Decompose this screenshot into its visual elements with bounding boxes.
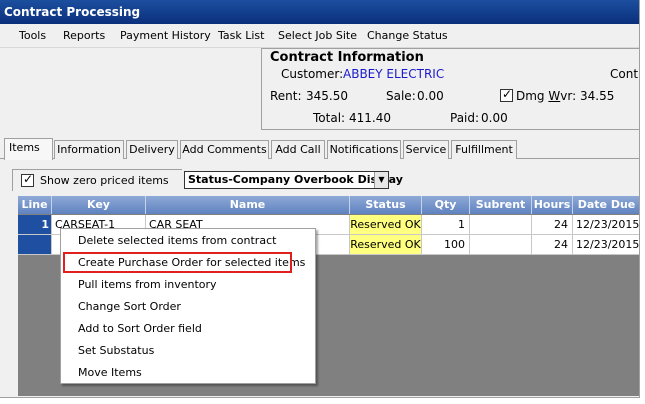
column-header-status[interactable]: Status (350, 196, 422, 214)
cell-line (18, 235, 52, 255)
tab-strip: Items Information Delivery Add Comments … (0, 138, 639, 160)
paid-value: 0.00 (481, 111, 508, 125)
dropdown-arrow-icon[interactable]: ▼ (374, 172, 388, 188)
contract-label-truncated: Contr (610, 67, 640, 81)
tab-add-call[interactable]: Add Call (271, 140, 325, 159)
customer-name-link[interactable]: ABBEY ELECTRIC (343, 67, 444, 81)
cell-status: Reserved OK (350, 215, 422, 235)
context-item-delete-selected[interactable]: Delete selected items from contract (61, 230, 315, 252)
cell-date-due: 12/23/2015 (573, 235, 639, 255)
tab-information[interactable]: Information (54, 140, 124, 159)
tab-delivery[interactable]: Delivery (126, 140, 178, 159)
menu-change-status[interactable]: Change Status (367, 24, 448, 48)
sale-label: Sale: (386, 89, 416, 103)
damage-waiver-value: 34.55 (580, 89, 615, 103)
show-zero-priced-group: ✓ Show zero priced items (12, 169, 182, 191)
cell-line: 1 (18, 215, 52, 235)
context-item-pull-from-inventory[interactable]: Pull items from inventory (61, 274, 315, 296)
display-mode-value: Status-Company Overbook Display (188, 173, 403, 186)
cell-subrent (470, 235, 532, 255)
menu-payment-history[interactable]: Payment History (120, 24, 211, 48)
cell-hours: 24 (532, 215, 573, 235)
context-item-set-substatus[interactable]: Set Substatus (61, 340, 315, 362)
contract-processing-window: Contract Processing Tools Reports Paymen… (0, 0, 640, 398)
damage-waiver-checkbox[interactable]: ✓ (500, 87, 513, 102)
menu-tools[interactable]: Tools (19, 24, 46, 48)
rent-value: 345.50 (306, 89, 348, 103)
annotation-highlight-box (63, 252, 292, 273)
column-header-key[interactable]: Key (52, 196, 146, 214)
menu-select-job-site[interactable]: Select Job Site (278, 24, 357, 48)
cell-hours: 24 (532, 235, 573, 255)
tab-items[interactable]: Items (4, 138, 53, 160)
cell-qty: 1 (422, 215, 470, 235)
context-item-move-items[interactable]: Move Items (61, 362, 315, 384)
column-header-hours[interactable]: Hours (532, 196, 573, 214)
cell-subrent (470, 215, 532, 235)
tab-notifications[interactable]: Notifications (327, 140, 401, 159)
menu-bar: Tools Reports Payment History Task List … (0, 24, 639, 48)
tab-fulfillment[interactable]: Fulfillment (451, 140, 517, 159)
rent-label: Rent: (270, 89, 302, 103)
context-item-change-sort-order[interactable]: Change Sort Order (61, 296, 315, 318)
menu-task-list[interactable]: Task List (218, 24, 264, 48)
items-toolbar: ✓ Show zero priced items Status-Company … (12, 169, 636, 191)
column-header-qty[interactable]: Qty (422, 196, 470, 214)
column-header-name[interactable]: Name (146, 196, 350, 214)
cell-status: Reserved OK (350, 235, 422, 255)
contract-information-panel: Contract Information Customer: ABBEY ELE… (261, 48, 640, 130)
contract-information-heading: Contract Information (270, 50, 424, 65)
customer-label: Customer: (281, 67, 344, 81)
column-header-line[interactable]: Line (18, 196, 52, 214)
column-header-date-due[interactable]: Date Due (573, 196, 639, 214)
show-zero-priced-checkbox[interactable]: ✓ (21, 172, 34, 187)
cell-qty: 100 (422, 235, 470, 255)
total-value: 411.40 (349, 111, 391, 125)
show-zero-priced-label: Show zero priced items (40, 174, 169, 187)
grid-header-row: Line Key Name Status Qty Subrent Hours D… (18, 196, 639, 214)
paid-label: Paid: (450, 111, 480, 125)
tab-service[interactable]: Service (403, 140, 449, 159)
checkmark-icon: ✓ (502, 87, 513, 101)
damage-waiver-label: Dmg Wvr: (516, 89, 577, 103)
column-header-subrent[interactable]: Subrent (470, 196, 532, 214)
sale-value: 0.00 (417, 89, 444, 103)
display-mode-select[interactable]: Status-Company Overbook Display ▼ (184, 171, 403, 189)
total-label: Total: (313, 111, 346, 125)
context-item-add-to-sort-order[interactable]: Add to Sort Order field (61, 318, 315, 340)
cell-date-due: 12/23/2015 (573, 215, 639, 235)
tab-add-comments[interactable]: Add Comments (180, 140, 269, 159)
window-title-bar: Contract Processing (0, 0, 639, 24)
menu-reports[interactable]: Reports (63, 24, 105, 48)
checkmark-icon: ✓ (23, 172, 34, 186)
